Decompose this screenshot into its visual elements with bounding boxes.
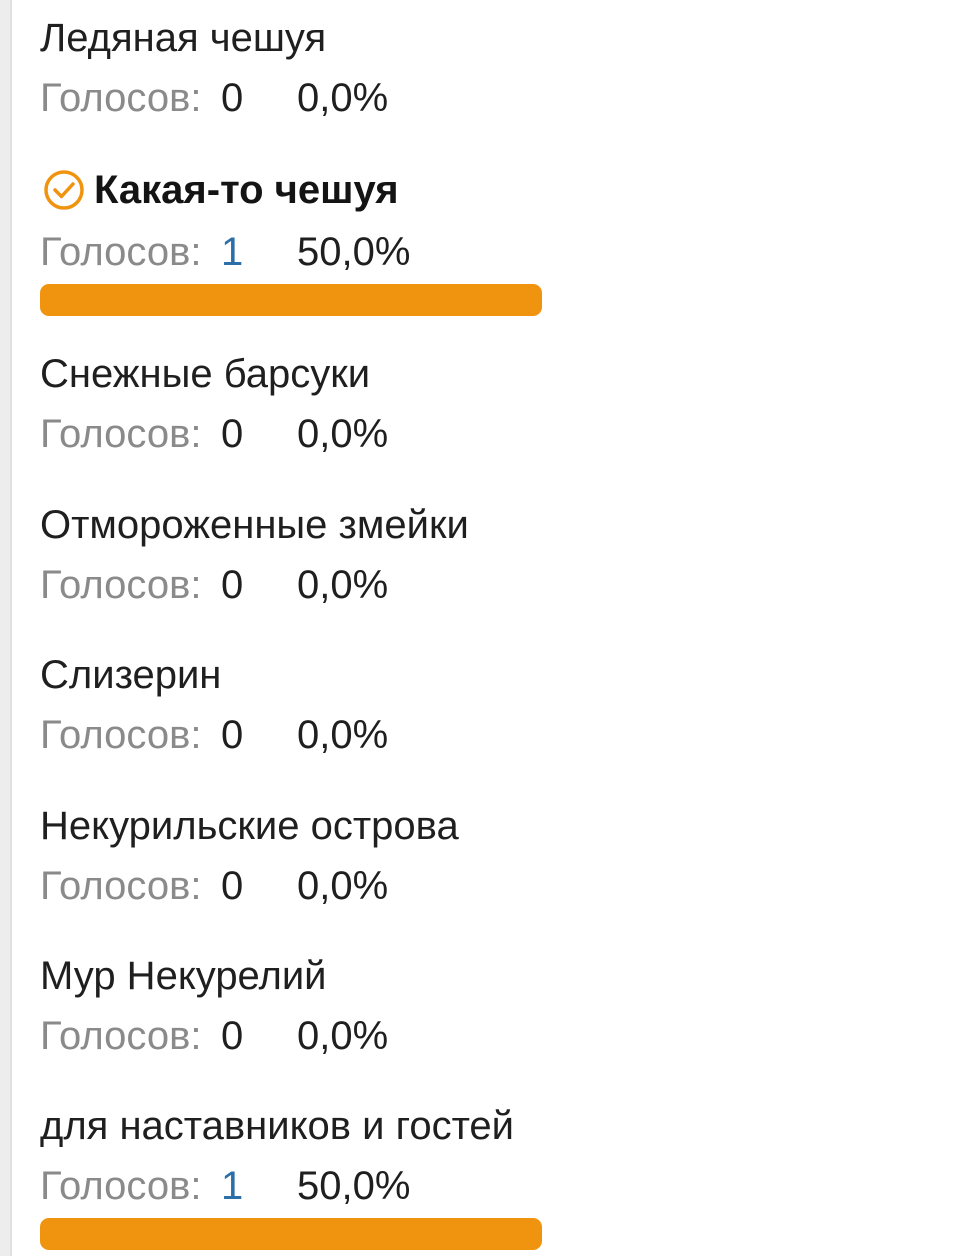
option-title: Снежные барсуки [40,352,371,396]
option-stats: Голосов: 0 0,0% [40,866,920,906]
option-stats: Голосов: 1 50,0% [40,232,920,272]
votes-label: Голосов: [40,1014,202,1058]
result-bar [40,284,957,316]
votes-label: Голосов: [40,76,202,120]
votes-percent: 50,0% [297,1164,411,1208]
check-circle-icon [42,168,86,212]
poll-option: Снежные барсуки Голосов: 0 0,0% [40,354,920,454]
option-stats: Голосов: 0 0,0% [40,414,920,454]
result-bar-fill [40,284,542,316]
option-title-row: Какая-то чешуя [40,168,920,212]
votes-label: Голосов: [40,713,202,757]
votes-percent: 0,0% [297,563,389,607]
votes-count-link[interactable]: 1 [221,1166,243,1206]
option-title: Мур Некурелий [40,954,327,998]
votes-count: 0 [221,412,244,456]
poll-results: Ледяная чешуя Голосов: 0 0,0% Какая-то ч… [0,0,957,1256]
option-title: Какая-то чешуя [94,168,399,212]
option-stats: Голосов: 0 0,0% [40,715,920,755]
votes-count: 0 [221,76,244,120]
votes-label: Голосов: [40,230,202,274]
votes-label: Голосов: [40,563,202,607]
votes-count-link[interactable]: 1 [221,232,243,272]
left-border [0,0,12,1256]
option-title: Некурильские острова [40,804,459,848]
votes-percent: 0,0% [297,1014,389,1058]
votes-percent: 0,0% [297,713,389,757]
option-stats: Голосов: 0 0,0% [40,78,920,118]
result-bar [40,1218,957,1250]
votes-percent: 50,0% [297,230,411,274]
poll-option: Ледяная чешуя Голосов: 0 0,0% [40,18,920,118]
votes-percent: 0,0% [297,412,389,456]
poll-option: Некурильские острова Голосов: 0 0,0% [40,806,920,906]
votes-label: Голосов: [40,864,202,908]
votes-count: 0 [221,864,244,908]
option-title: Слизерин [40,653,222,697]
option-title: Отмороженные змейки [40,503,469,547]
result-bar-fill [40,1218,542,1250]
option-title: Ледяная чешуя [40,16,327,60]
votes-label: Голосов: [40,1164,202,1208]
poll-option: Слизерин Голосов: 0 0,0% [40,655,920,755]
votes-label: Голосов: [40,412,202,456]
poll-option: для наставников и гостей Голосов: 1 50,0… [40,1106,920,1250]
votes-count: 0 [221,563,244,607]
votes-count: 0 [221,713,244,757]
votes-percent: 0,0% [297,864,389,908]
poll-option-chosen: Какая-то чешуя Голосов: 1 50,0% [40,168,920,316]
votes-percent: 0,0% [297,76,389,120]
option-stats: Голосов: 1 50,0% [40,1166,920,1206]
option-stats: Голосов: 0 0,0% [40,1016,920,1056]
votes-count: 0 [221,1014,244,1058]
poll-option: Отмороженные змейки Голосов: 0 0,0% [40,505,920,605]
option-title: для наставников и гостей [40,1104,515,1148]
poll-option: Мур Некурелий Голосов: 0 0,0% [40,956,920,1056]
option-stats: Голосов: 0 0,0% [40,565,920,605]
